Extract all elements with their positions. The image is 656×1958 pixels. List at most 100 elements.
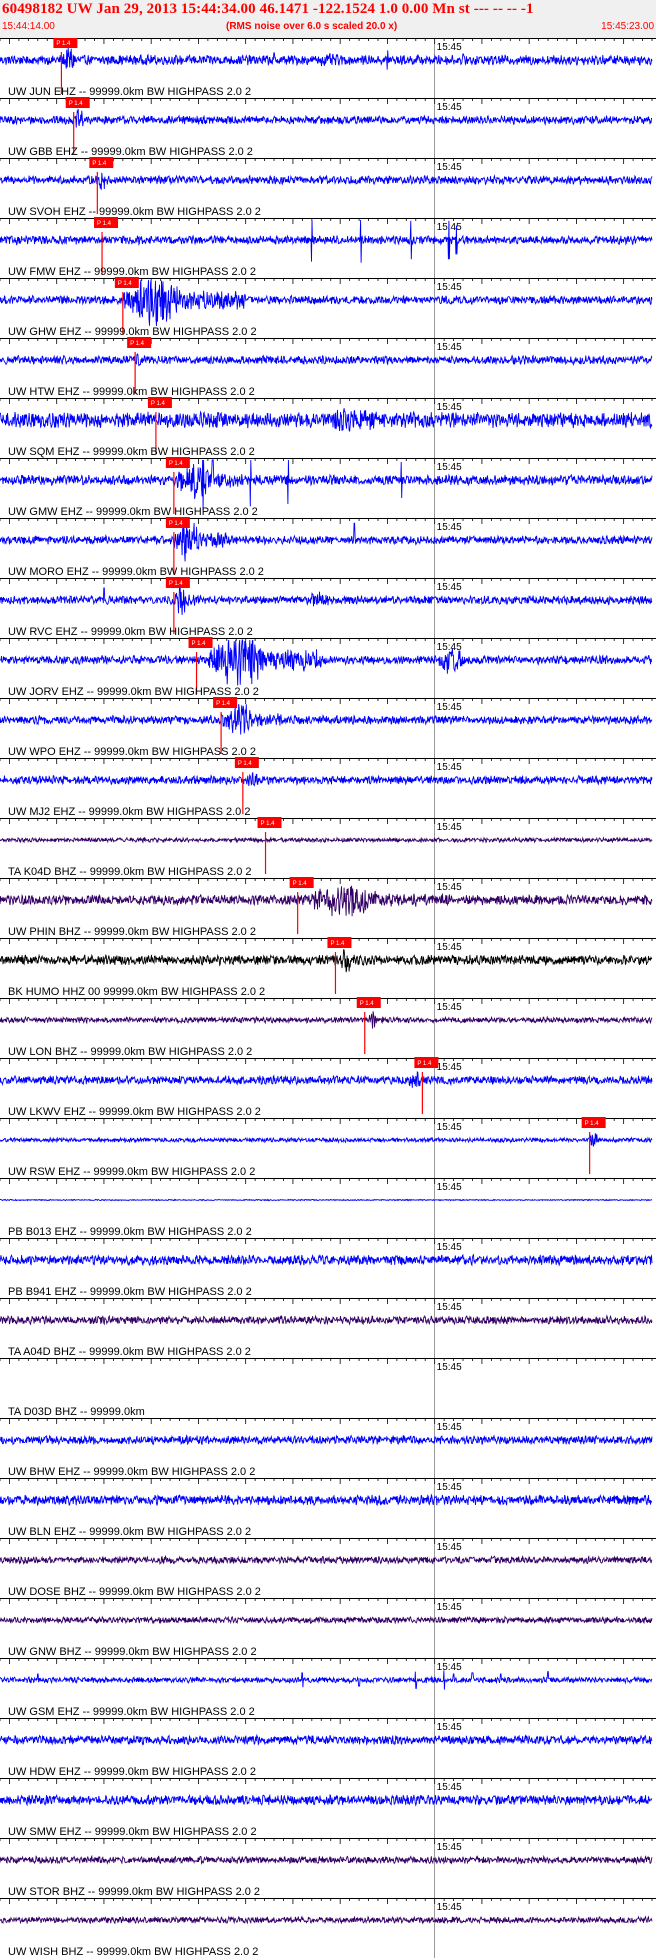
pick-label: P 1.4 [56, 41, 71, 47]
station-label: UW RSW EHZ -- 99999.0km BW HIGHPASS 2.0 … [8, 1166, 255, 1178]
station-label: UW GSM EHZ -- 99999.0km BW HIGHPASS 2.0 … [8, 1706, 255, 1718]
time-tick-label: 15:45 [437, 42, 462, 53]
waveform-trace [0, 459, 653, 511]
time-tick-label: 15:45 [437, 1242, 462, 1253]
pick-label: P 1.4 [417, 1061, 432, 1067]
station-label: UW BHW EHZ -- 99999.0km BW HIGHPASS 2.0 … [8, 1466, 255, 1478]
trace-row: 15:45 PB B941 EHZ -- 99999.0km BW HIGHPAS… [0, 1238, 656, 1298]
trace-row: 15:45 P 1.4 UW RVC EHZ -- 99999.0km BW HIG… [0, 577, 656, 638]
station-label: UW WPO EHZ -- 99999.0km BW HIGHPASS 2.0 … [8, 746, 256, 758]
time-tick-label: 15:45 [437, 1062, 462, 1073]
trace-row: 15:45 P 1.4 UW MJ2 EHZ -- 99999.0km BW HIG… [0, 757, 656, 818]
pick-label: P 1.4 [151, 401, 166, 407]
time-tick-label: 15:45 [437, 1302, 462, 1313]
pick-label: P 1.4 [585, 1121, 600, 1127]
station-label: TA K04D BHZ -- 99999.0km BW HIGHPASS 2.0… [8, 866, 252, 878]
trace-row: 15:45 P 1.4 TA K04D BHZ -- 99999.0km BW HI… [0, 817, 656, 878]
station-label: UW BLN EHZ -- 99999.0km BW HIGHPASS 2.0 … [8, 1526, 251, 1538]
station-label: TA D03D BHZ -- 99999.0km [8, 1406, 145, 1418]
pick-label: P 1.4 [261, 821, 276, 827]
station-label: UW HTW EHZ -- 99999.0km BW HIGHPASS 2.0 … [8, 386, 255, 398]
trace-row: 15:45 P 1.4 UW GHW EHZ -- 99999.0km BW HIG… [0, 277, 656, 338]
waveform-trace [0, 836, 653, 844]
waveform-trace [0, 1011, 653, 1029]
time-tick-label: 15:45 [437, 342, 462, 353]
trace-row: 15:45 UW DOSE BHZ -- 99999.0km BW HIGHPAS… [0, 1538, 656, 1598]
end-time: 15:45:23.00 [601, 21, 654, 32]
trace-row: 15:45 P 1.4 UW JORV EHZ -- 99999.0km BW HI… [0, 637, 656, 698]
trace-row: 15:45 P 1.4 UW RSW EHZ -- 99999.0km BW HIG… [0, 1117, 656, 1178]
trace-row: 15:45 P 1.4 UW PHIN BHZ -- 99999.0km BW HI… [0, 877, 656, 938]
time-tick-label: 15:45 [437, 1782, 462, 1793]
pick-label: P 1.4 [360, 1001, 375, 1007]
station-label: UW FMW EHZ -- 99999.0km BW HIGHPASS 2.0 … [8, 266, 256, 278]
waveform-trace [0, 885, 653, 917]
trace-row: 15:45 TA A04D BHZ -- 99999.0km BW HIGHPAS… [0, 1298, 656, 1358]
time-tick-label: 15:45 [437, 762, 462, 773]
time-tick-label: 15:45 [437, 1422, 462, 1433]
station-label: UW PHIN BHZ -- 99999.0km BW HIGHPASS 2.0… [8, 926, 256, 938]
trace-row: 15:45 UW GNW BHZ -- 99999.0km BW HIGHPASS… [0, 1598, 656, 1658]
time-tick-label: 15:45 [437, 402, 462, 413]
waveform-trace [0, 1198, 653, 1202]
waveform-trace [0, 1434, 653, 1446]
trace-row: 15:45 UW STOR BHZ -- 99999.0km BW HIGHPAS… [0, 1838, 656, 1898]
waveform-trace [0, 1670, 653, 1690]
station-label: UW LON BHZ -- 99999.0km BW HIGHPASS 2.0 … [8, 1046, 252, 1058]
waveform-trace [0, 1554, 653, 1566]
time-tick-label: 15:45 [437, 702, 462, 713]
trace-row: 15:45 UW GSM EHZ -- 99999.0km BW HIGHPASS… [0, 1658, 656, 1718]
station-label: UW SQM EHZ -- 99999.0km BW HIGHPASS 2.0 … [8, 446, 255, 458]
station-label: UW GHW EHZ -- 99999.0km BW HIGHPASS 2.0 … [8, 326, 257, 338]
waveform-trace [0, 1615, 653, 1625]
time-tick-label: 15:45 [437, 1542, 462, 1553]
pick-label: P 1.4 [130, 341, 145, 347]
seismogram-plot: 15:45 P 1.4 UW JUN EHZ -- 99999.0km BW HIG… [0, 38, 656, 1958]
time-tick-label: 15:45 [437, 1722, 462, 1733]
station-label: UW JUN EHZ -- 99999.0km BW HIGHPASS 2.0 … [8, 86, 251, 98]
waveform-trace [0, 279, 653, 327]
waveform-trace [0, 353, 653, 367]
trace-row: 15:45 P 1.4 UW HTW EHZ -- 99999.0km BW HIG… [0, 337, 656, 398]
start-time: 15:44:14.00 [2, 21, 55, 32]
trace-row: 15:45 P 1.4 UW SVOH EHZ -- 99999.0km BW HI… [0, 157, 656, 218]
station-label: BK HUMO HHZ 00 99999.0km BW HIGHPASS 2.0… [8, 986, 265, 998]
station-label: UW RVC EHZ -- 99999.0km BW HIGHPASS 2.0 … [8, 626, 253, 638]
trace-row: 15:45 P 1.4 UW SQM EHZ -- 99999.0km BW HIG… [0, 397, 656, 458]
station-label: UW STOR BHZ -- 99999.0km BW HIGHPASS 2.0… [8, 1886, 260, 1898]
station-label: UW JORV EHZ -- 99999.0km BW HIGHPASS 2.0… [8, 686, 259, 698]
pick-label: P 1.4 [169, 581, 184, 587]
waveform-trace [0, 519, 653, 562]
time-tick-label: 15:45 [437, 1662, 462, 1673]
time-tick-label: 15:45 [437, 282, 462, 293]
time-tick-label: 15:45 [437, 1902, 462, 1913]
waveform-trace [0, 582, 653, 615]
pick-label: P 1.4 [238, 761, 253, 767]
trace-row: 15:45 UW WISH BHZ -- 99999.0km BW HIGHPAS… [0, 1898, 656, 1958]
trace-row: 15:45 P 1.4 UW MORO EHZ -- 99999.0km BW HI… [0, 517, 656, 578]
waveform-trace [0, 1793, 653, 1807]
pick-label: P 1.4 [169, 461, 184, 467]
waveform-trace [0, 47, 653, 70]
waveform-trace [0, 639, 653, 686]
station-label: UW WISH BHZ -- 99999.0km BW HIGHPASS 2.0… [8, 1946, 258, 1958]
time-tick-label: 15:45 [437, 642, 462, 653]
station-label: PB B941 EHZ -- 99999.0km BW HIGHPASS 2.0… [8, 1286, 252, 1298]
time-tick-label: 15:45 [437, 1362, 462, 1373]
pick-label: P 1.4 [92, 161, 107, 167]
station-label: UW SMW EHZ -- 99999.0km BW HIGHPASS 2.0 … [8, 1826, 257, 1838]
pick-label: P 1.4 [330, 941, 345, 947]
station-label: UW DOSE BHZ -- 99999.0km BW HIGHPASS 2.0… [8, 1586, 261, 1598]
station-label: UW GNW BHZ -- 99999.0km BW HIGHPASS 2.0 … [8, 1646, 257, 1658]
pick-label: P 1.4 [97, 221, 112, 227]
time-tick-label: 15:45 [437, 102, 462, 113]
waveform-trace [0, 1133, 653, 1147]
trace-row: 15:45 UW SMW EHZ -- 99999.0km BW HIGHPASS… [0, 1778, 656, 1838]
pick-label: P 1.4 [69, 101, 84, 107]
waveform-trace [0, 704, 653, 735]
station-label: UW MORO EHZ -- 99999.0km BW HIGHPASS 2.0… [8, 566, 264, 578]
station-label: UW HDW EHZ -- 99999.0km BW HIGHPASS 2.0 … [8, 1766, 256, 1778]
waveform-trace [0, 1493, 653, 1507]
trace-row: 15:45 P 1.4 BK HUMO HHZ 00 99999.0km BW HI… [0, 937, 656, 998]
time-tick-label: 15:45 [437, 1602, 462, 1613]
